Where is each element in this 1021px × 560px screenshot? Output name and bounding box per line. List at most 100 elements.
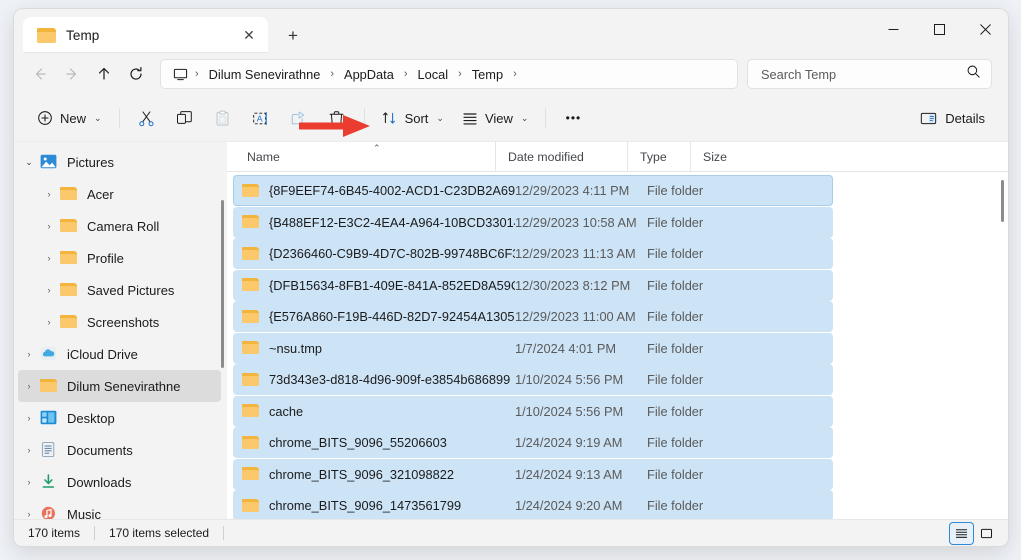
search-input[interactable]: Search Temp bbox=[747, 59, 992, 89]
table-row[interactable]: 73d343e3-d818-4d96-909f-e3854b6868991/10… bbox=[233, 364, 833, 395]
folder-icon bbox=[242, 246, 260, 262]
chevron-right-icon[interactable]: › bbox=[18, 413, 40, 423]
sidebar-item-desktop[interactable]: ›Desktop bbox=[18, 402, 221, 434]
maximize-icon[interactable] bbox=[916, 9, 962, 49]
back-icon[interactable] bbox=[24, 58, 56, 90]
documents-icon bbox=[40, 442, 58, 458]
details-view-button[interactable] bbox=[950, 523, 973, 544]
sidebar-item-music[interactable]: ›Music bbox=[18, 498, 221, 519]
delete-button[interactable] bbox=[318, 102, 356, 134]
sidebar-item-pictures[interactable]: ⌄Pictures bbox=[18, 146, 221, 178]
date-modified-cell: 1/10/2024 5:56 PM bbox=[515, 404, 647, 419]
view-button[interactable]: View ⌄ bbox=[453, 102, 538, 134]
new-tab-icon[interactable]: + bbox=[278, 20, 308, 50]
table-row[interactable]: chrome_BITS_9096_14735617991/24/2024 9:2… bbox=[233, 490, 833, 519]
chevron-right-icon[interactable]: › bbox=[18, 445, 40, 455]
large-icons-view-button[interactable] bbox=[975, 523, 998, 544]
table-row[interactable]: chrome_BITS_9096_3210988221/24/2024 9:13… bbox=[233, 459, 833, 490]
sidebar-scrollbar[interactable] bbox=[221, 200, 224, 368]
breadcrumb[interactable]: › Dilum Senevirathne › AppData › Local ›… bbox=[160, 59, 738, 89]
chevron-right-icon[interactable]: › bbox=[38, 189, 60, 199]
sidebar-item-saved-pictures[interactable]: ›Saved Pictures bbox=[18, 274, 221, 306]
share-button[interactable] bbox=[280, 102, 318, 134]
sort-button[interactable]: Sort ⌄ bbox=[373, 102, 453, 134]
column-header-name[interactable]: Name ⌃ bbox=[235, 142, 495, 172]
date-modified-cell: 12/29/2023 10:58 AM bbox=[515, 215, 647, 230]
close-window-icon[interactable] bbox=[962, 9, 1008, 49]
search-icon[interactable] bbox=[966, 64, 981, 84]
table-row[interactable]: {D2366460-C9B9-4D7C-802B-99748BC6F3...12… bbox=[233, 238, 833, 269]
column-header-date-modified[interactable]: Date modified bbox=[495, 142, 627, 172]
sidebar-item-label: Acer bbox=[87, 187, 114, 202]
folder-icon bbox=[40, 378, 58, 394]
tab-temp[interactable]: Temp ✕ bbox=[23, 17, 268, 53]
sidebar-item-downloads[interactable]: ›Downloads bbox=[18, 466, 221, 498]
sidebar-item-profile[interactable]: › Profile bbox=[18, 242, 221, 274]
table-row[interactable]: {B488EF12-E3C2-4EA4-A964-10BCD33014...12… bbox=[233, 207, 833, 238]
sidebar-item-camera-roll[interactable]: ›Camera Roll bbox=[18, 210, 221, 242]
details-pane-button[interactable]: Details bbox=[911, 102, 994, 134]
chevron-right-icon[interactable]: › bbox=[38, 221, 60, 231]
title-bar: Temp ✕ + bbox=[14, 9, 1008, 53]
breadcrumb-item-local[interactable]: Local bbox=[412, 64, 455, 85]
table-row[interactable]: chrome_BITS_9096_552066031/24/2024 9:19 … bbox=[233, 427, 833, 458]
file-name-cell: {8F9EEF74-6B45-4002-ACD1-C23DB2A69... bbox=[269, 183, 515, 198]
sidebar-item-dilum-senevirathne[interactable]: › Dilum Senevirathne bbox=[18, 370, 221, 402]
file-name-cell: cache bbox=[269, 404, 515, 419]
file-rows: {8F9EEF74-6B45-4002-ACD1-C23DB2A69...12/… bbox=[227, 172, 1008, 519]
date-modified-cell: 12/29/2023 4:11 PM bbox=[515, 183, 647, 198]
date-modified-cell: 12/29/2023 11:00 AM bbox=[515, 309, 647, 324]
table-row[interactable]: cache1/10/2024 5:56 PMFile folder bbox=[233, 396, 833, 427]
up-icon[interactable] bbox=[88, 58, 120, 90]
table-row[interactable]: {8F9EEF74-6B45-4002-ACD1-C23DB2A69...12/… bbox=[233, 175, 833, 206]
details-button-label: Details bbox=[945, 111, 985, 126]
table-row[interactable]: {DFB15634-8FB1-409E-841A-852ED8A59C...12… bbox=[233, 270, 833, 301]
copy-button[interactable] bbox=[166, 102, 204, 134]
table-row[interactable]: ~nsu.tmp1/7/2024 4:01 PMFile folder bbox=[233, 333, 833, 364]
breadcrumb-item-user[interactable]: Dilum Senevirathne bbox=[203, 64, 327, 85]
chevron-right-icon[interactable]: › bbox=[38, 253, 60, 263]
chevron-right-icon[interactable]: › bbox=[38, 317, 60, 327]
breadcrumb-item-temp[interactable]: Temp bbox=[466, 64, 509, 85]
chevron-right-icon[interactable]: › bbox=[18, 381, 40, 391]
status-bar: 170 items 170 items selected bbox=[14, 519, 1008, 546]
sidebar-item-label: iCloud Drive bbox=[67, 347, 138, 362]
breadcrumb-separator: › bbox=[326, 68, 338, 80]
file-name-cell: chrome_BITS_9096_55206603 bbox=[269, 435, 515, 450]
chevron-right-icon[interactable]: › bbox=[18, 477, 40, 487]
sidebar-item-documents[interactable]: ›Documents bbox=[18, 434, 221, 466]
chevron-down-icon[interactable]: ⌄ bbox=[18, 157, 40, 168]
sidebar-item-acer[interactable]: › Acer bbox=[18, 178, 221, 210]
item-count-label: 170 items bbox=[28, 526, 80, 540]
sidebar-item-label: Dilum Senevirathne bbox=[67, 379, 180, 394]
forward-icon[interactable] bbox=[56, 58, 88, 90]
folder-icon bbox=[242, 309, 260, 325]
column-headers: Name ⌃ Date modified Type Size bbox=[227, 142, 1008, 172]
file-list-scrollbar[interactable] bbox=[1001, 180, 1004, 222]
sidebar-item-icloud-drive[interactable]: › iCloud Drive bbox=[18, 338, 221, 370]
column-header-type[interactable]: Type bbox=[627, 142, 690, 172]
rename-button[interactable]: A bbox=[242, 102, 280, 134]
sidebar-item-label: Profile bbox=[87, 251, 124, 266]
more-options-button[interactable]: ••• bbox=[554, 102, 592, 134]
chevron-right-icon[interactable]: › bbox=[38, 285, 60, 295]
date-modified-cell: 1/24/2024 9:20 AM bbox=[515, 498, 647, 513]
cut-button[interactable] bbox=[128, 102, 166, 134]
selection-count-label: 170 items selected bbox=[109, 526, 209, 540]
sidebar-item-screenshots[interactable]: ›Screenshots bbox=[18, 306, 221, 338]
trash-icon bbox=[328, 110, 345, 127]
chevron-right-icon[interactable]: › bbox=[18, 349, 40, 359]
table-row[interactable]: {E576A860-F19B-446D-82D7-92454A1305...12… bbox=[233, 301, 833, 332]
minimize-icon[interactable] bbox=[870, 9, 916, 49]
close-tab-icon[interactable]: ✕ bbox=[236, 22, 262, 48]
refresh-icon[interactable] bbox=[120, 58, 152, 90]
command-bar: New ⌄ bbox=[14, 95, 1008, 141]
new-button[interactable]: New ⌄ bbox=[28, 102, 111, 134]
this-pc-icon[interactable] bbox=[170, 67, 191, 82]
folder-icon bbox=[242, 340, 260, 356]
breadcrumb-item-appdata[interactable]: AppData bbox=[338, 64, 400, 85]
search-placeholder: Search Temp bbox=[761, 67, 966, 82]
chevron-right-icon[interactable]: › bbox=[18, 509, 40, 519]
sort-icon bbox=[382, 110, 398, 126]
column-header-size[interactable]: Size bbox=[690, 142, 768, 172]
